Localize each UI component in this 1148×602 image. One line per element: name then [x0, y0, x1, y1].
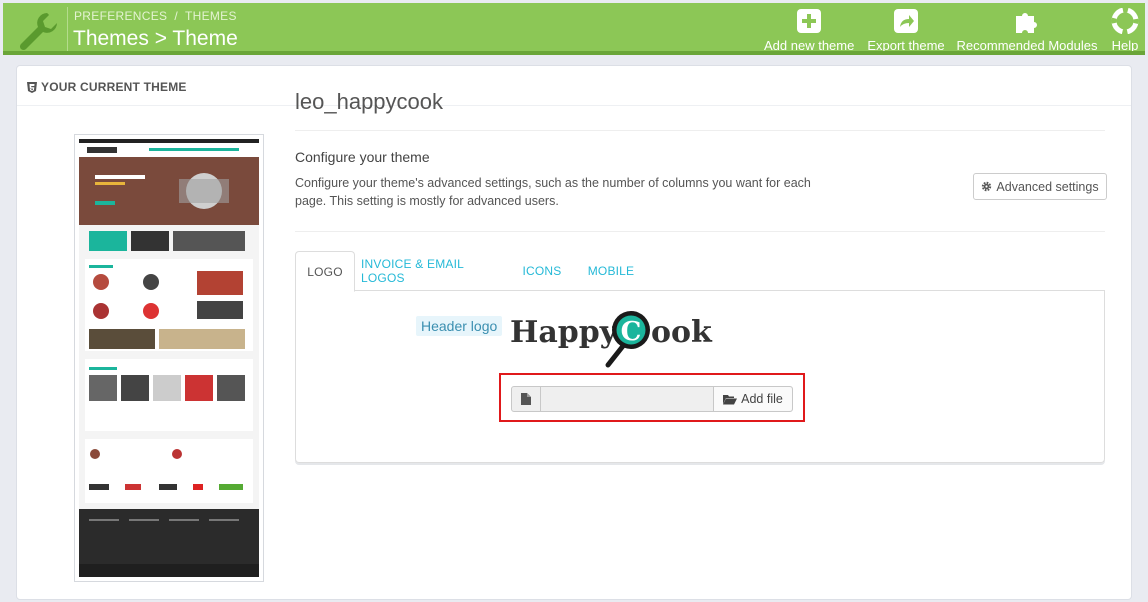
- page-title: Themes > Theme: [73, 27, 238, 50]
- svg-text:Happy: Happy: [510, 315, 619, 350]
- export-theme-button[interactable]: Export theme: [865, 8, 947, 53]
- svg-text:ook: ook: [651, 315, 713, 350]
- tab-icons[interactable]: ICONS: [517, 251, 567, 291]
- configure-theme-description: Configure your theme's advanced settings…: [295, 176, 811, 208]
- logo-file-upload[interactable]: Add file: [511, 386, 793, 412]
- breadcrumb-preferences[interactable]: PREFERENCES: [74, 9, 167, 23]
- advanced-settings-button[interactable]: Advanced settings: [973, 173, 1107, 200]
- panel-heading: YOUR CURRENT THEME: [17, 66, 1131, 106]
- tab-invoice-email-logos[interactable]: INVOICE & EMAIL LOGOS: [361, 251, 495, 291]
- plus-square-icon: [797, 9, 821, 33]
- recommended-modules-button[interactable]: Recommended Modules: [956, 8, 1098, 53]
- lifebuoy-icon: [1111, 8, 1139, 34]
- breadcrumb: PREFERENCES / THEMES: [74, 9, 237, 23]
- wrench-icon: [19, 13, 57, 51]
- folder-open-icon: [723, 394, 738, 404]
- share-arrow-icon: [894, 9, 918, 33]
- file-icon: [512, 387, 541, 411]
- tab-mobile[interactable]: MOBILE: [585, 251, 637, 291]
- configure-theme-title: Configure your theme: [295, 149, 430, 165]
- theme-name: leo_happycook: [295, 89, 444, 114]
- add-file-button[interactable]: Add file: [713, 387, 792, 411]
- add-new-theme-button[interactable]: Add new theme: [764, 8, 854, 53]
- svg-text:C: C: [621, 317, 642, 347]
- top-header: PREFERENCES / THEMES Themes > Theme Add ne…: [3, 3, 1145, 55]
- theme-preview-image: [74, 134, 264, 582]
- html5-icon: [27, 82, 37, 93]
- happycook-logo: Happy C ook: [510, 310, 722, 373]
- tab-logo[interactable]: LOGO: [295, 251, 355, 292]
- theme-tabs: LOGO INVOICE & EMAIL LOGOS ICONS MOBILE: [295, 251, 1105, 292]
- theme-screenshot: [79, 139, 259, 577]
- help-button[interactable]: Help: [1107, 8, 1143, 53]
- gear-icon: [982, 181, 992, 192]
- puzzle-icon: [1016, 13, 1037, 33]
- breadcrumb-themes[interactable]: THEMES: [185, 9, 237, 23]
- header-logo-label: Header logo: [416, 316, 503, 336]
